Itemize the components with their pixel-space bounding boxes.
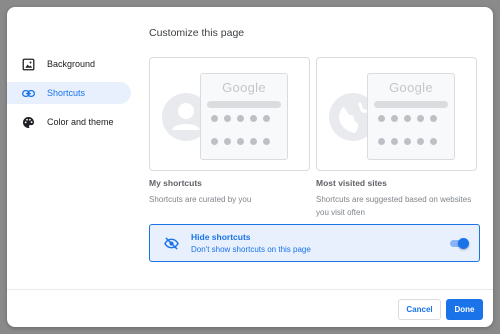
my-shortcuts-title: My shortcuts [149, 178, 202, 188]
sidebar-item-label: Shortcuts [47, 88, 86, 98]
shortcut-tiles [211, 115, 279, 161]
my-shortcuts-description: Shortcuts are curated by you [149, 195, 252, 204]
hide-shortcuts-subtitle: Don't show shortcuts on this page [191, 245, 311, 254]
my-shortcuts-card[interactable]: Google [149, 57, 310, 171]
most-visited-title: Most visited sites [316, 178, 387, 188]
customize-dialog: Customize this page Background Shortcuts… [7, 7, 493, 327]
palette-icon [21, 115, 35, 129]
toggle-knob [458, 238, 469, 249]
search-bar-placeholder [374, 101, 448, 108]
sidebar: Background Shortcuts Color and theme [7, 53, 131, 140]
dialog-title: Customize this page [149, 27, 245, 39]
image-icon [21, 57, 35, 71]
sidebar-item-label: Color and theme [47, 117, 114, 127]
google-logo: Google [222, 80, 266, 95]
hide-shortcuts-option[interactable]: Hide shortcuts Don't show shortcuts on t… [149, 224, 480, 262]
google-logo: Google [389, 80, 433, 95]
done-button[interactable]: Done [446, 299, 483, 320]
link-icon [21, 86, 35, 100]
most-visited-preview: Google [367, 73, 455, 160]
cancel-button[interactable]: Cancel [398, 299, 441, 320]
sidebar-item-background[interactable]: Background [7, 53, 131, 75]
shortcut-tiles [378, 115, 446, 161]
footer-divider [7, 289, 493, 290]
hide-shortcuts-toggle[interactable] [449, 238, 469, 249]
sidebar-item-color-and-theme[interactable]: Color and theme [7, 111, 131, 133]
search-bar-placeholder [207, 101, 281, 108]
hide-shortcuts-title: Hide shortcuts [191, 232, 251, 242]
eye-off-icon [164, 236, 179, 251]
most-visited-card[interactable]: Google [316, 57, 477, 171]
sidebar-item-label: Background [47, 59, 96, 69]
most-visited-description: Shortcuts are suggested based on website… [316, 195, 472, 217]
shortcuts-preview: Google [200, 73, 288, 160]
sidebar-item-shortcuts[interactable]: Shortcuts [7, 82, 131, 104]
